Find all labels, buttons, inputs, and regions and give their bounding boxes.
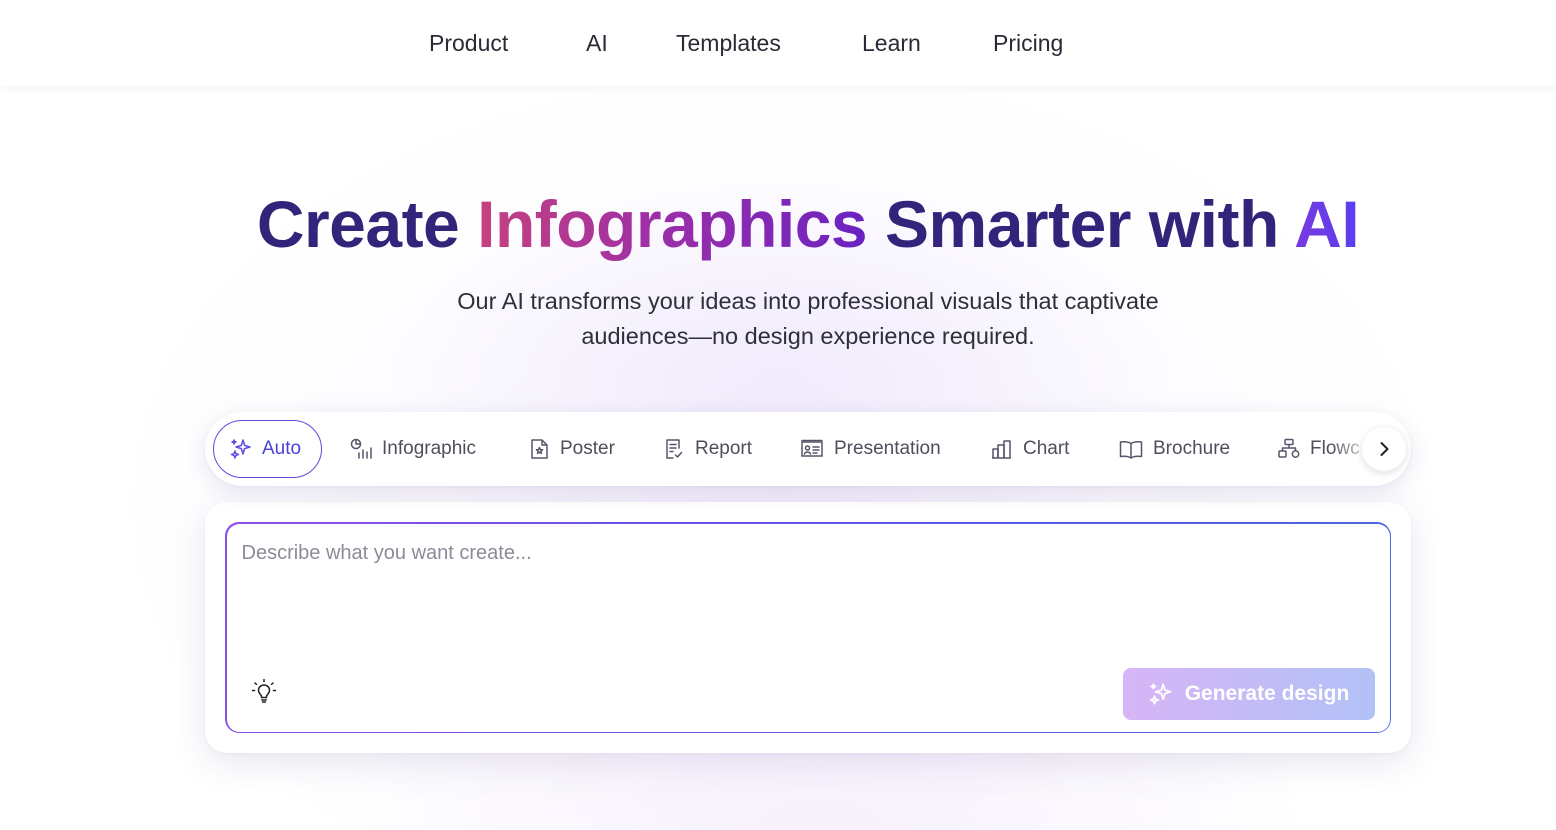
tab-brochure[interactable]: Brochure bbox=[1118, 420, 1230, 478]
tab-auto[interactable]: Auto bbox=[213, 420, 322, 478]
hero-title-ai: AI bbox=[1294, 187, 1360, 261]
hero-subtitle: Our AI transforms your ideas into profes… bbox=[408, 284, 1208, 354]
tab-poster[interactable]: Poster bbox=[527, 420, 615, 478]
chevron-right-icon bbox=[1380, 442, 1389, 456]
hero-title-highlight: Infographics bbox=[477, 187, 868, 261]
tab-chart-label: Chart bbox=[1023, 438, 1070, 459]
bar-chart-icon bbox=[992, 440, 1011, 459]
prompt-card: Generate design bbox=[205, 502, 1411, 753]
tab-flowchart[interactable]: Flowc bbox=[1277, 420, 1360, 478]
tab-infographic[interactable]: Infographic bbox=[349, 420, 476, 478]
hero-title: Create Infographics Smarter with AI bbox=[0, 184, 1556, 264]
nav-item-ai[interactable]: AI bbox=[586, 26, 608, 60]
lightbulb-icon bbox=[251, 678, 276, 703]
tab-poster-label: Poster bbox=[560, 438, 615, 459]
nav-item-pricing[interactable]: Pricing bbox=[993, 26, 1063, 60]
poster-icon bbox=[531, 439, 548, 459]
flowchart-icon bbox=[1278, 438, 1300, 458]
hero-subtitle-line2: audiences—no design experience required. bbox=[581, 323, 1035, 349]
tab-infographic-label: Infographic bbox=[382, 438, 477, 459]
design-type-tabs: Auto Infographic Poster Report Presentat… bbox=[205, 412, 1411, 486]
tab-report[interactable]: Report bbox=[662, 420, 752, 478]
infographic-icon bbox=[350, 438, 372, 459]
generate-design-label: Generate design bbox=[1184, 681, 1350, 705]
prompt-frame: Generate design bbox=[225, 522, 1391, 733]
sparkle-icon bbox=[1149, 682, 1172, 705]
nav-item-templates[interactable]: Templates bbox=[676, 26, 781, 60]
book-open-icon bbox=[1119, 440, 1143, 459]
sparkle-icon bbox=[230, 439, 251, 459]
idea-button[interactable] bbox=[247, 674, 281, 708]
hero-title-part1: Create bbox=[256, 187, 460, 261]
report-icon bbox=[666, 439, 683, 459]
top-nav: Product AI Templates Learn Pricing bbox=[0, 0, 1556, 86]
tab-flowchart-label: Flowc bbox=[1310, 438, 1360, 459]
prompt-inner: Generate design bbox=[226, 523, 1390, 732]
presentation-icon bbox=[801, 439, 823, 457]
tab-report-label: Report bbox=[695, 438, 753, 459]
nav-item-product[interactable]: Product bbox=[429, 26, 508, 60]
tab-presentation-label: Presentation bbox=[834, 438, 941, 459]
tab-brochure-label: Brochure bbox=[1153, 438, 1231, 459]
tabs-next-button[interactable] bbox=[1362, 427, 1406, 471]
hero-title-part2: Smarter with bbox=[885, 187, 1279, 261]
tab-auto-label: Auto bbox=[262, 438, 302, 459]
prompt-input[interactable] bbox=[241, 541, 1372, 662]
tab-presentation[interactable]: Presentation bbox=[799, 420, 941, 478]
hero-subtitle-line1: Our AI transforms your ideas into profes… bbox=[457, 288, 1159, 314]
tab-chart[interactable]: Chart bbox=[990, 420, 1069, 478]
generate-design-button[interactable]: Generate design bbox=[1122, 667, 1375, 720]
nav-item-learn[interactable]: Learn bbox=[862, 26, 921, 60]
